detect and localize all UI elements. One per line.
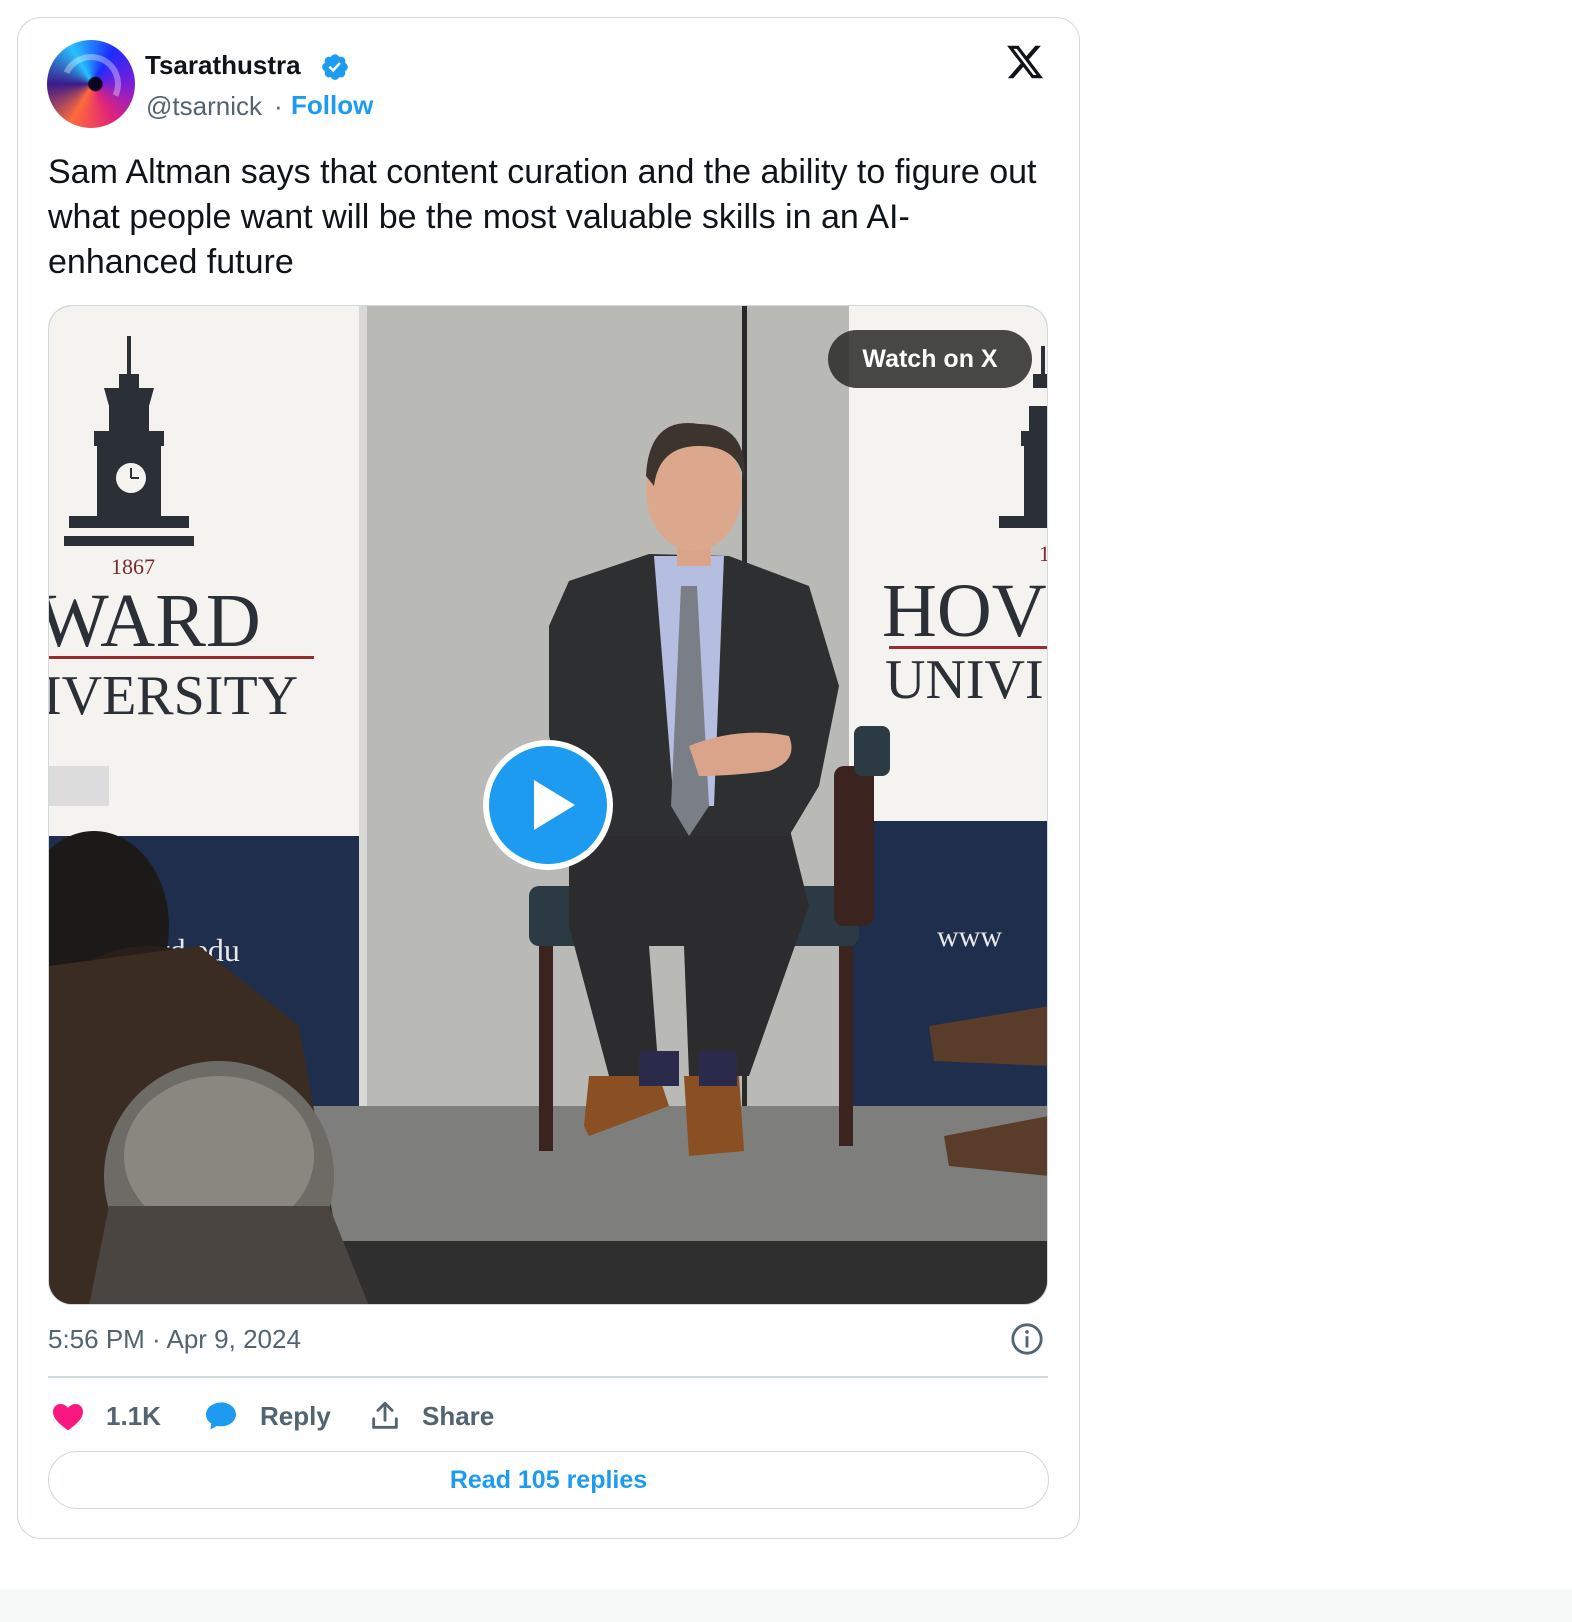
page-bottom-strip (0, 1589, 1572, 1622)
like-count: 1.1K (106, 1400, 161, 1431)
banner-left-line1: WARD (49, 579, 261, 663)
follow-button[interactable]: Follow (291, 90, 373, 121)
reply-bubble-icon (206, 1402, 236, 1430)
author-handle[interactable]: @tsarnick (146, 91, 262, 122)
read-replies-button[interactable]: Read 105 replies (48, 1451, 1049, 1509)
play-icon (534, 780, 575, 830)
heart-icon (53, 1404, 83, 1431)
verified-badge-icon (322, 54, 348, 80)
tweet-timestamp[interactable]: 5:56 PM · Apr 9, 2024 (48, 1324, 301, 1355)
actions-divider (48, 1376, 1048, 1378)
like-button[interactable]: 1.1K (50, 1396, 161, 1436)
reply-button[interactable]: Reply (202, 1396, 331, 1436)
share-icon (372, 1401, 398, 1429)
author-name[interactable]: Tsarathustra (145, 50, 301, 81)
banner-right-line2: UNIVI (885, 649, 1044, 711)
author-avatar[interactable] (47, 40, 135, 128)
play-button[interactable] (483, 740, 613, 870)
banner-left-year: 1867 (111, 554, 155, 579)
banner-right-url: www (937, 920, 1002, 953)
info-icon[interactable] (1010, 1322, 1044, 1356)
banner-left-line2: IVERSITY (49, 665, 298, 727)
banner-right-line1: HOV (882, 569, 1047, 653)
watch-on-x-button[interactable]: Watch on X (828, 330, 1032, 388)
banner-right-year: 1 (1039, 541, 1048, 566)
reply-label: Reply (260, 1400, 331, 1431)
tweet-text: Sam Altman says that content curation an… (48, 153, 1037, 281)
x-logo-icon[interactable] (1004, 42, 1046, 82)
share-button[interactable]: Share (368, 1396, 494, 1436)
handle-separator: · (274, 91, 283, 121)
share-label: Share (422, 1400, 495, 1431)
